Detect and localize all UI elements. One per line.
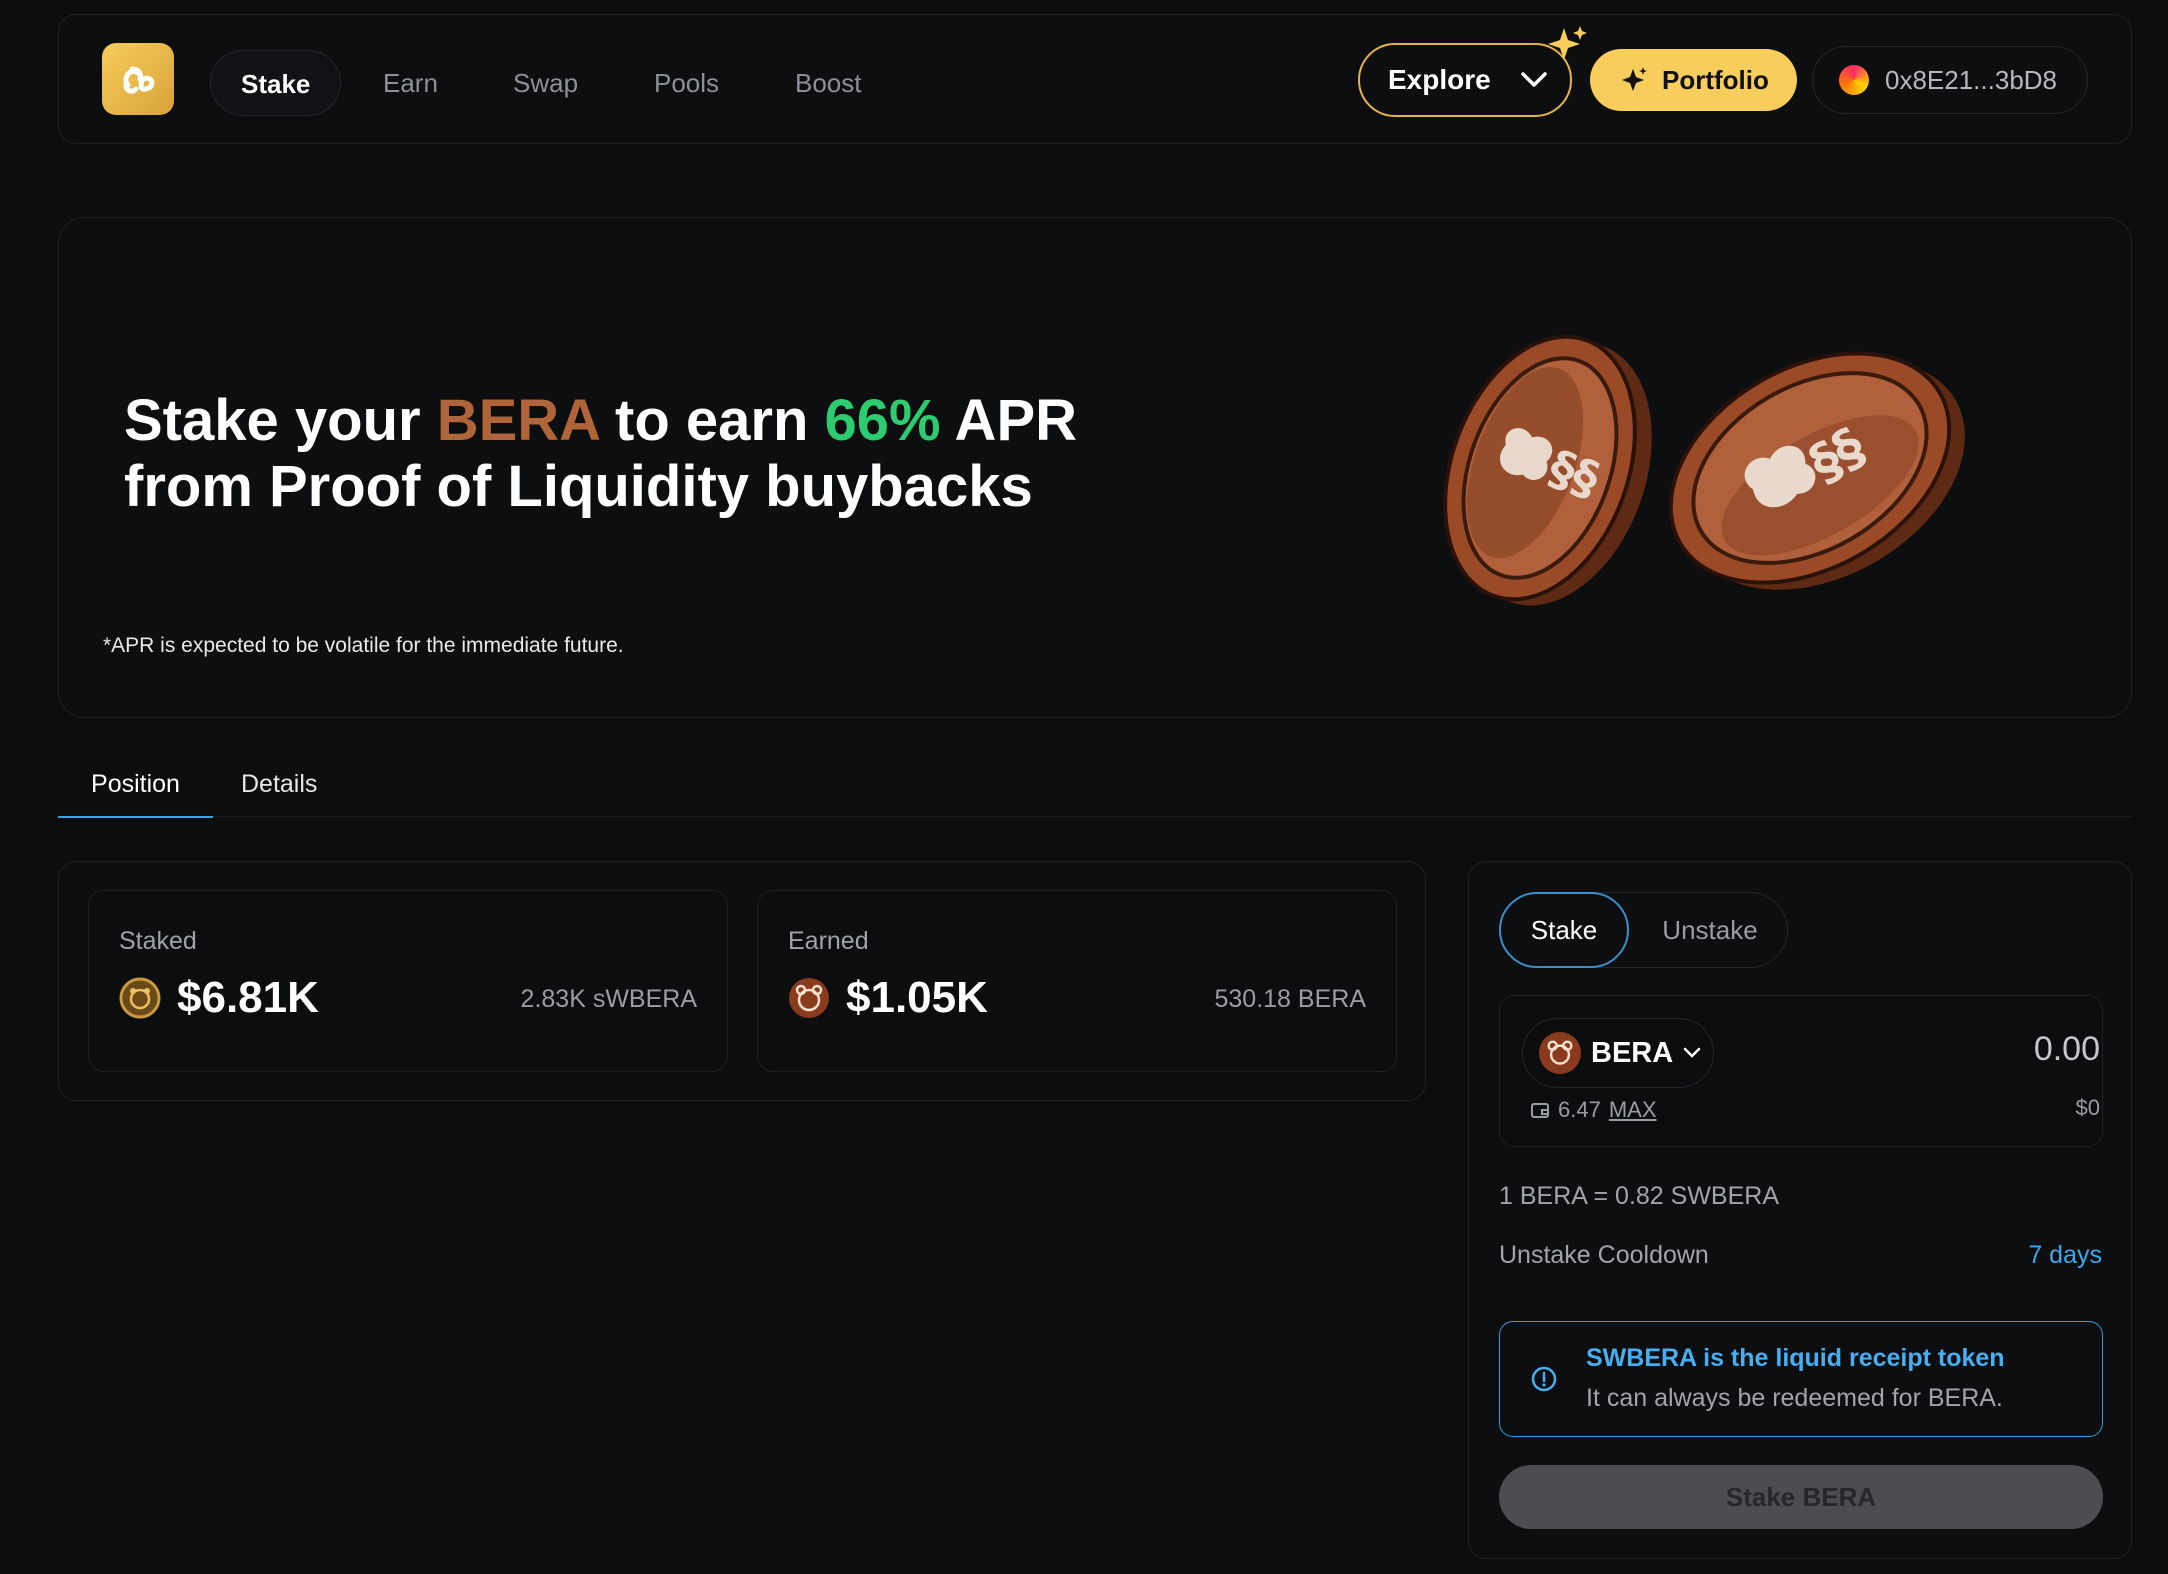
headline-bera: BERA xyxy=(436,388,599,453)
staked-label: Staked xyxy=(119,927,197,955)
token-symbol: BERA xyxy=(1591,1036,1674,1069)
wallet-balance: 6.47 MAX xyxy=(1530,1097,1657,1123)
portfolio-label: Portfolio xyxy=(1662,64,1769,95)
info-callout xyxy=(1499,1321,2103,1437)
tab-stake[interactable]: Stake xyxy=(1499,892,1629,968)
apr-disclaimer: *APR is expected to be volatile for the … xyxy=(103,634,624,657)
wallet-icon xyxy=(1531,1103,1549,1118)
bear-token-icon xyxy=(1539,1032,1581,1074)
sparkle-icon xyxy=(1622,67,1647,91)
nav-boost[interactable]: Boost xyxy=(765,50,892,116)
tab-unstake[interactable]: Unstake xyxy=(1640,892,1780,968)
stake-bera-button[interactable]: Stake BERA xyxy=(1499,1465,2103,1529)
cooldown-label: Unstake Cooldown xyxy=(1499,1241,1709,1269)
headline-line2: from Proof of Liquidity buybacks xyxy=(124,454,1033,519)
chevron-down-icon xyxy=(1683,1047,1701,1058)
coin-icon xyxy=(119,977,161,1019)
staked-amount: 2.83K sWBERA xyxy=(520,985,697,1013)
cooldown-value: 7 days xyxy=(2028,1241,2102,1269)
balance-value: 6.47 xyxy=(1558,1097,1601,1122)
nav-swap[interactable]: Swap xyxy=(483,50,608,116)
headline-part: Stake your xyxy=(124,388,437,453)
token-selector[interactable]: BERA xyxy=(1522,1018,1714,1088)
headline-apr: 66% xyxy=(824,388,941,453)
portfolio-button[interactable]: Portfolio xyxy=(1590,49,1797,111)
wallet-address: 0x8E21...3bD8 xyxy=(1885,64,2058,95)
nav-pools[interactable]: Pools xyxy=(624,50,749,116)
tabs-divider xyxy=(58,816,2132,817)
wallet-button[interactable]: 0x8E21...3bD8 xyxy=(1812,46,2088,114)
staked-card: Staked $6.81K 2.83K sWBERA xyxy=(88,890,728,1072)
info-title: SWBERA is the liquid receipt token xyxy=(1586,1344,2005,1372)
sparkle-icon xyxy=(1548,26,1587,60)
tab-details[interactable]: Details xyxy=(241,770,317,816)
headline-part: to earn xyxy=(598,388,825,453)
bear-token-icon xyxy=(789,978,829,1018)
headline-part: APR xyxy=(940,388,1078,453)
explore-label: Explore xyxy=(1388,64,1491,95)
earned-label: Earned xyxy=(788,927,869,955)
earned-card: Earned $1.05K 530.18 BERA xyxy=(757,890,1397,1072)
logo-icon[interactable] xyxy=(102,43,174,115)
earned-value: $1.05K xyxy=(846,973,988,1022)
hero-headline: Stake your BERA to earn 66% APR from Pro… xyxy=(124,388,1324,520)
amount-usd: $0 xyxy=(2075,1095,2100,1120)
info-body: It can always be redeemed for BERA. xyxy=(1586,1384,2003,1412)
earned-amount: 530.18 BERA xyxy=(1214,985,1367,1013)
chevron-down-icon xyxy=(1520,72,1547,87)
info-icon xyxy=(1531,1366,1557,1392)
staked-value: $6.81K xyxy=(177,973,319,1022)
amount-input[interactable]: 0.00 xyxy=(2034,1030,2100,1069)
coin-icon: §§ §§ xyxy=(1443,334,1965,606)
nav-stake[interactable]: Stake xyxy=(210,50,342,116)
max-button[interactable]: MAX xyxy=(1609,1097,1657,1123)
wallet-avatar-icon xyxy=(1839,65,1869,95)
nav-earn[interactable]: Earn xyxy=(353,50,468,116)
tab-position[interactable]: Position xyxy=(58,770,213,818)
exchange-rate: 1 BERA = 0.82 SWBERA xyxy=(1499,1182,1779,1210)
